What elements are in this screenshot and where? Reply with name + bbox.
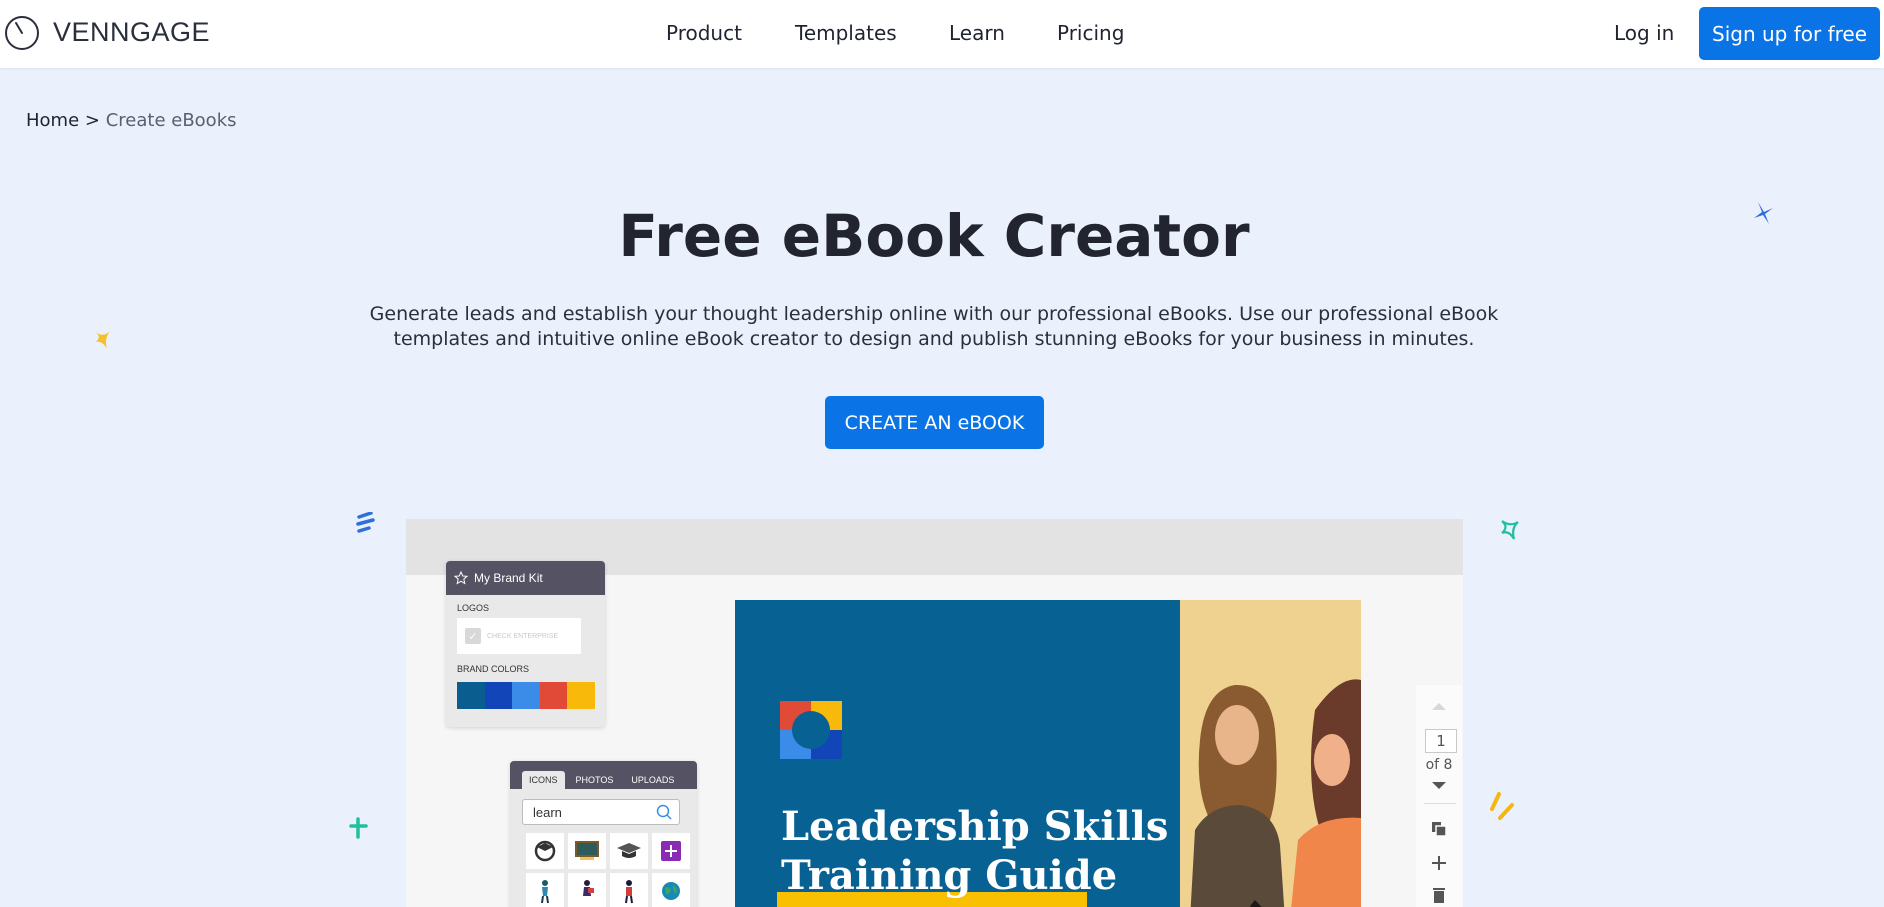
duplicate-page-icon — [1432, 822, 1447, 837]
editor-preview-image: My Brand Kit LOGOS ✓ CHECK ENTERPRISE BR… — [406, 519, 1463, 907]
add-page-icon — [1432, 856, 1446, 870]
total-pages-label: of 8 — [1425, 757, 1453, 773]
blue-stripes-icon — [356, 512, 375, 533]
icons-panel-tabs: ICONS PHOTOS UPLOADS — [510, 761, 697, 789]
site-header: VENNGAGE Product Templates Learn Pricing… — [0, 0, 1884, 68]
pager-divider — [1424, 803, 1456, 804]
yellow-stripes-icon — [1490, 792, 1514, 820]
signup-button[interactable]: Sign up for free — [1699, 7, 1880, 60]
color-swatch — [567, 682, 595, 709]
page-navigator: 1 of 8 — [1416, 685, 1462, 907]
brand-kit-panel: My Brand Kit LOGOS ✓ CHECK ENTERPRISE BR… — [446, 561, 605, 727]
ebook-cover: Leadership Skills Training Guide — [735, 600, 1361, 907]
icon-search-field: learn — [522, 799, 680, 825]
nav-pricing[interactable]: Pricing — [1057, 21, 1124, 45]
brand-kit-header: My Brand Kit — [446, 561, 605, 595]
icons-panel: ICONS PHOTOS UPLOADS learn — [510, 761, 697, 907]
cover-photo — [1180, 600, 1361, 907]
hero-description: Generate leads and establish your though… — [369, 303, 1499, 350]
breadcrumb-separator: > — [84, 110, 100, 131]
page-down-icon — [1432, 782, 1446, 789]
plus-square-icon — [652, 833, 690, 869]
brand-logo-tile: ✓ CHECK ENTERPRISE — [457, 618, 581, 654]
person-reading-icon — [568, 873, 606, 907]
nav-product[interactable]: Product — [666, 21, 742, 45]
brand-kit-title: My Brand Kit — [474, 571, 543, 585]
brand-logo-text: CHECK ENTERPRISE — [487, 632, 559, 640]
current-page-number: 1 — [1425, 729, 1457, 753]
breadcrumb-current: Create eBooks — [105, 110, 237, 131]
yellow-sparkle-icon — [95, 331, 110, 349]
logos-label: LOGOS — [457, 603, 490, 613]
page-title: Free eBook Creator — [618, 202, 1250, 270]
cover-title-line1: Leadership Skills — [781, 803, 1169, 850]
student-icon — [610, 873, 648, 907]
brand-color-swatches — [457, 682, 595, 709]
teal-sparkle-icon — [1501, 520, 1519, 540]
venngage-logo[interactable]: VENNGAGE — [4, 14, 210, 50]
color-swatch — [512, 682, 540, 709]
tab-photos: PHOTOS — [575, 775, 614, 785]
tab-icons: ICONS — [522, 771, 565, 789]
color-swatch — [484, 682, 512, 709]
color-swatch — [457, 682, 485, 709]
check-icon: ✓ — [465, 628, 481, 644]
head-learning-icon — [526, 833, 564, 869]
globe-icon — [652, 873, 690, 907]
star-icon — [454, 571, 468, 585]
brand-colors-label: BRAND COLORS — [457, 664, 530, 674]
breadcrumb-home[interactable]: Home — [26, 110, 79, 131]
blue-cross-sparkle-icon — [1754, 202, 1773, 224]
cover-title: Leadership Skills Training Guide — [781, 802, 1168, 900]
person-teaching-icon — [526, 873, 564, 907]
search-icon — [656, 804, 672, 820]
color-swatch — [539, 682, 567, 709]
create-ebook-button[interactable]: CREATE AN eBOOK — [825, 396, 1044, 449]
venngage-logo-icon — [5, 16, 39, 50]
nav-learn[interactable]: Learn — [949, 21, 1005, 45]
cover-title-line2: Training Guide — [781, 852, 1118, 899]
page-up-icon — [1432, 703, 1446, 710]
icon-search-value: learn — [533, 804, 562, 820]
chalkboard-icon — [568, 833, 606, 869]
icon-results-grid — [526, 833, 690, 907]
tab-uploads: UPLOADS — [631, 775, 675, 785]
delete-page-icon — [1433, 888, 1445, 903]
nav-templates[interactable]: Templates — [795, 21, 897, 45]
people-photo-illustration — [1180, 600, 1361, 907]
graduation-cap-icon — [610, 833, 648, 869]
brand-name: VENNGAGE — [53, 16, 211, 47]
teal-cross-sparkle-icon — [349, 817, 368, 839]
breadcrumb: Home > Create eBooks — [26, 110, 237, 131]
login-link[interactable]: Log in — [1614, 21, 1674, 45]
cover-logo-icon — [780, 701, 842, 759]
